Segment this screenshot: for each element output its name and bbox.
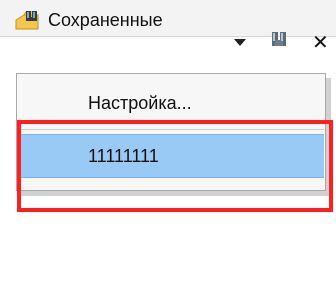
binoculars-icon[interactable]: [266, 28, 296, 58]
saved-searches-menu: Настройка... 11111111: [16, 73, 326, 191]
binoculars-folder-icon: [14, 9, 46, 33]
menu-separator: [18, 129, 324, 130]
dropdown-arrow-icon[interactable]: [234, 39, 246, 46]
menu-item-saved-search-label: 11111111: [88, 145, 159, 166]
saved-searches-dropdown[interactable]: Сохраненные: [14, 7, 252, 34]
saved-searches-label: Сохраненные: [48, 10, 163, 30]
menu-item-settings[interactable]: Настройка...: [18, 81, 324, 125]
menu-item-saved-search[interactable]: 11111111: [18, 134, 324, 178]
menu-item-settings-label: Настройка...: [88, 92, 192, 113]
close-icon[interactable]: ✕: [312, 33, 330, 53]
